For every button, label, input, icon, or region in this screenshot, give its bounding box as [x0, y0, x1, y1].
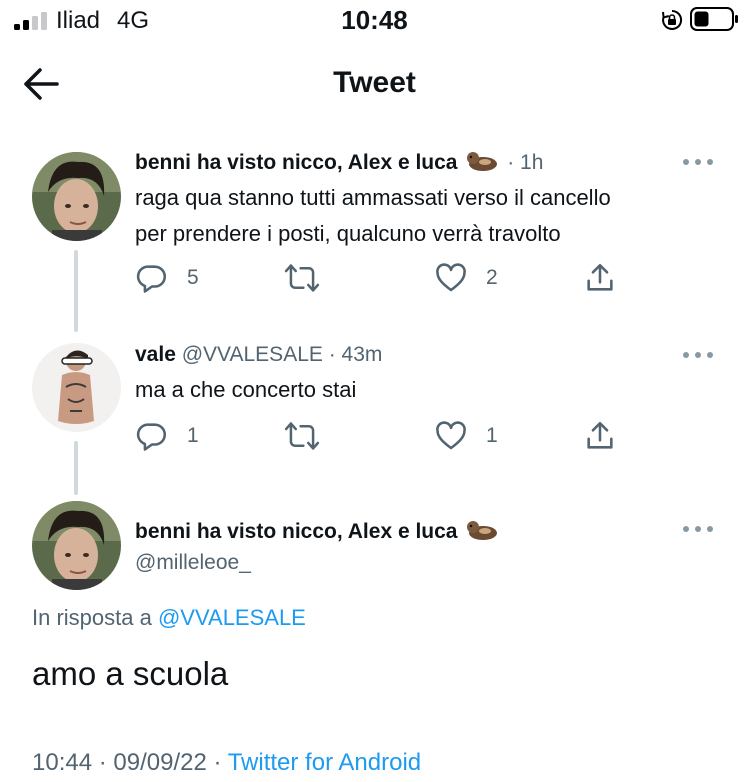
share-button[interactable]: [583, 419, 617, 453]
like-count: 2: [486, 266, 498, 289]
thread-line: [74, 250, 78, 332]
more-options-icon[interactable]: [681, 524, 715, 534]
status-time: 10:48: [341, 5, 408, 35]
reply-context: In risposta a @VVALESALE: [32, 605, 306, 630]
tweet-author-name[interactable]: benni ha visto nicco, Alex e luca · 1h: [135, 149, 543, 175]
otter-emoji-icon: [458, 151, 508, 174]
tweet-text: ma a che concerto stai: [135, 377, 357, 402]
share-button[interactable]: [583, 261, 617, 295]
reply-count: 5: [187, 266, 199, 289]
retweet-button[interactable]: [284, 419, 320, 453]
reply-icon: [136, 265, 167, 293]
share-icon: [587, 263, 613, 291]
main-tweet-handle[interactable]: @milleleoe_: [135, 551, 251, 575]
heart-icon: [436, 263, 466, 292]
more-options-icon[interactable]: [681, 157, 715, 167]
rotation-lock-icon: [662, 9, 683, 30]
thread-line: [74, 441, 78, 495]
avatar[interactable]: [32, 152, 121, 241]
tweet-meta: @VVALESALE · 43m: [181, 343, 383, 366]
retweet-button[interactable]: [284, 261, 320, 295]
heart-icon: [436, 421, 466, 450]
status-bar: Iliad 4G 10:48: [0, 0, 749, 44]
tweet-text: raga qua stanno tutti ammassati verso il…: [135, 185, 611, 246]
reply-to-handle-link[interactable]: @VVALESALE: [158, 605, 306, 630]
share-icon: [587, 421, 613, 449]
like-button[interactable]: 2: [434, 261, 498, 295]
tweet-timestamp: 10:44 · 09/09/22 · Twitter for Android: [32, 749, 422, 776]
tweet-author-name[interactable]: vale @VVALESALE · 43m: [135, 343, 382, 367]
like-count: 1: [486, 424, 498, 447]
reply-button[interactable]: 1: [135, 419, 199, 453]
tweet-meta: · 1h: [507, 151, 544, 174]
otter-emoji-icon: [458, 520, 502, 543]
reply-button[interactable]: 5: [135, 261, 199, 295]
main-tweet-author-name[interactable]: benni ha visto nicco, Alex e luca: [135, 518, 501, 544]
more-options-icon[interactable]: [681, 350, 715, 360]
source-app-link[interactable]: Twitter for Android: [228, 749, 421, 776]
battery-icon: [690, 7, 738, 31]
retweet-icon: [284, 264, 320, 292]
like-button[interactable]: 1: [434, 419, 498, 453]
retweet-icon: [284, 422, 320, 450]
avatar[interactable]: [32, 501, 121, 590]
main-tweet-text: amo a scuola: [32, 655, 229, 692]
page-title: Tweet: [333, 66, 416, 99]
avatar[interactable]: [32, 343, 121, 432]
reply-icon: [136, 423, 167, 451]
reply-count: 1: [187, 424, 199, 447]
